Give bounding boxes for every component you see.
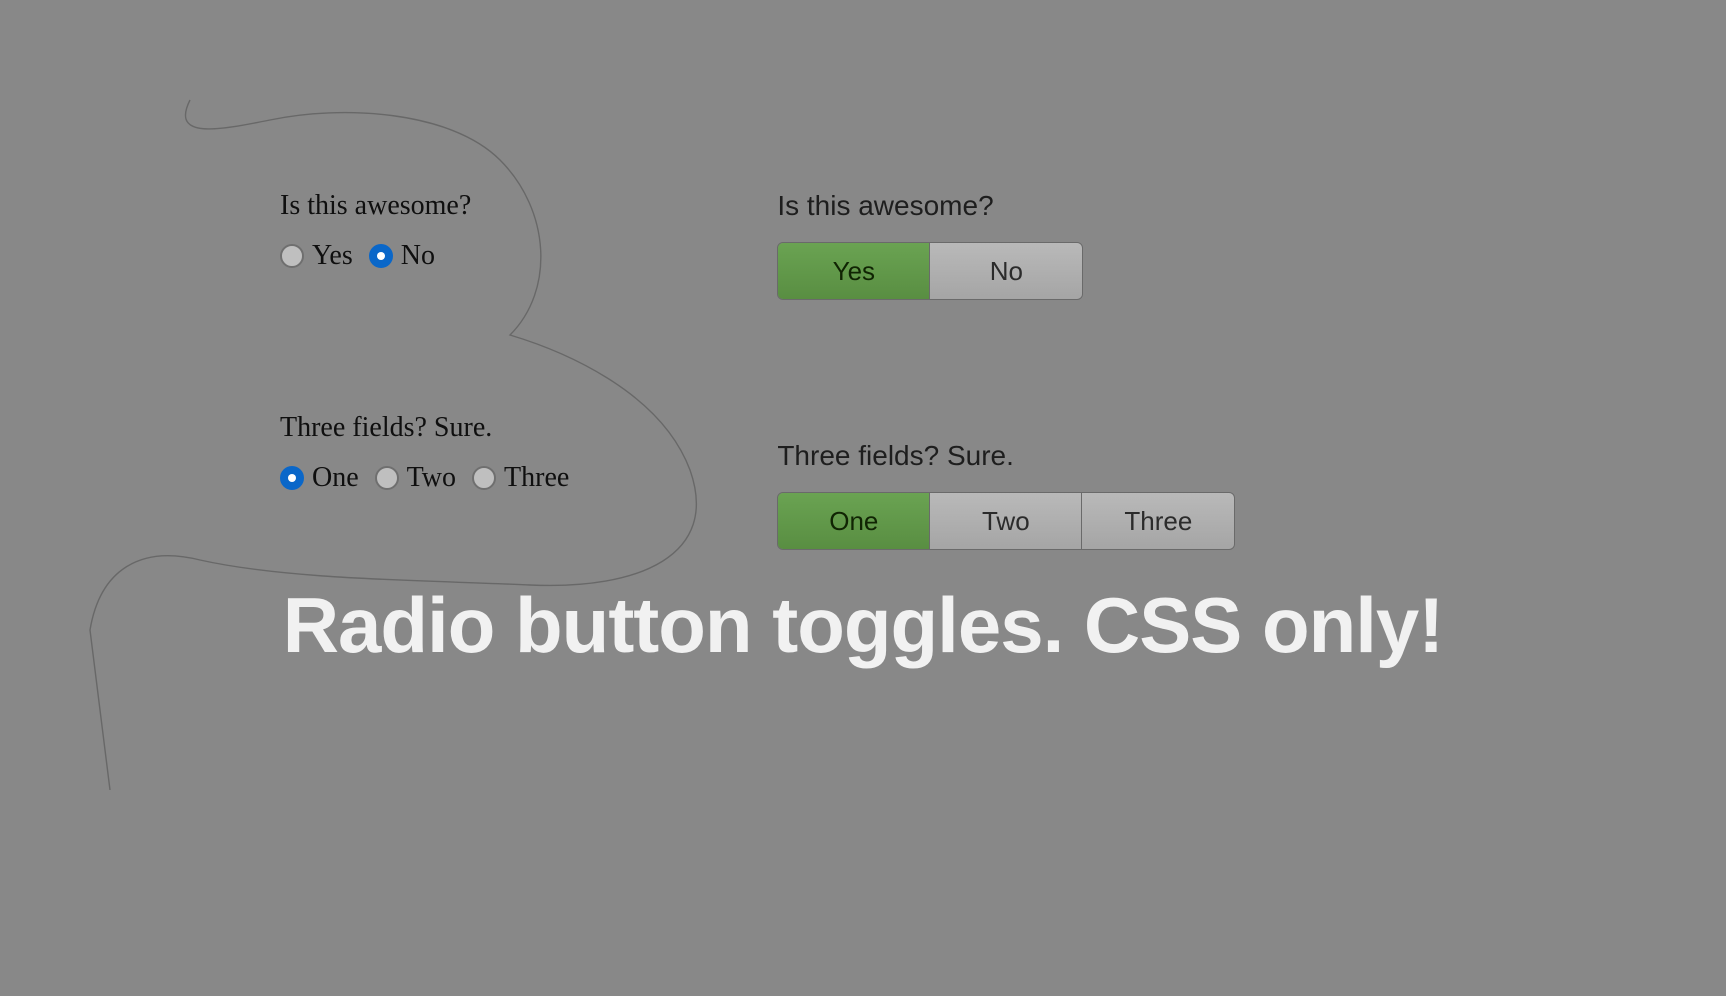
- radio-three[interactable]: [472, 466, 496, 490]
- radio-label-no: No: [401, 240, 435, 272]
- toggle-group-threefields: Three fields? Sure. One Two Three: [777, 440, 1235, 550]
- toggle-no[interactable]: No: [930, 243, 1082, 299]
- headline: Radio button toggles. CSS only!: [0, 580, 1726, 671]
- group-label: Is this awesome?: [280, 190, 577, 222]
- native-radio-group-awesome: Is this awesome? Yes No: [280, 190, 577, 272]
- toggle-group: One Two Three: [777, 492, 1235, 550]
- radio-one[interactable]: [280, 466, 304, 490]
- native-radio-group-threefields: Three fields? Sure. One Two Three: [280, 412, 577, 494]
- radio-no[interactable]: [369, 244, 393, 268]
- toggle-three[interactable]: Three: [1082, 493, 1234, 549]
- group-label: Three fields? Sure.: [777, 440, 1235, 472]
- toggle-yes[interactable]: Yes: [778, 243, 930, 299]
- toggle-two[interactable]: Two: [930, 493, 1082, 549]
- radio-label-yes: Yes: [312, 240, 353, 272]
- radio-yes[interactable]: [280, 244, 304, 268]
- toggle-group-awesome: Is this awesome? Yes No: [777, 190, 1235, 300]
- radio-label-three: Three: [504, 462, 569, 494]
- group-label: Three fields? Sure.: [280, 412, 577, 444]
- radio-two[interactable]: [375, 466, 399, 490]
- radio-label-one: One: [312, 462, 359, 494]
- radio-label-two: Two: [407, 462, 456, 494]
- group-label: Is this awesome?: [777, 190, 1235, 222]
- toggle-one[interactable]: One: [778, 493, 930, 549]
- toggle-group: Yes No: [777, 242, 1083, 300]
